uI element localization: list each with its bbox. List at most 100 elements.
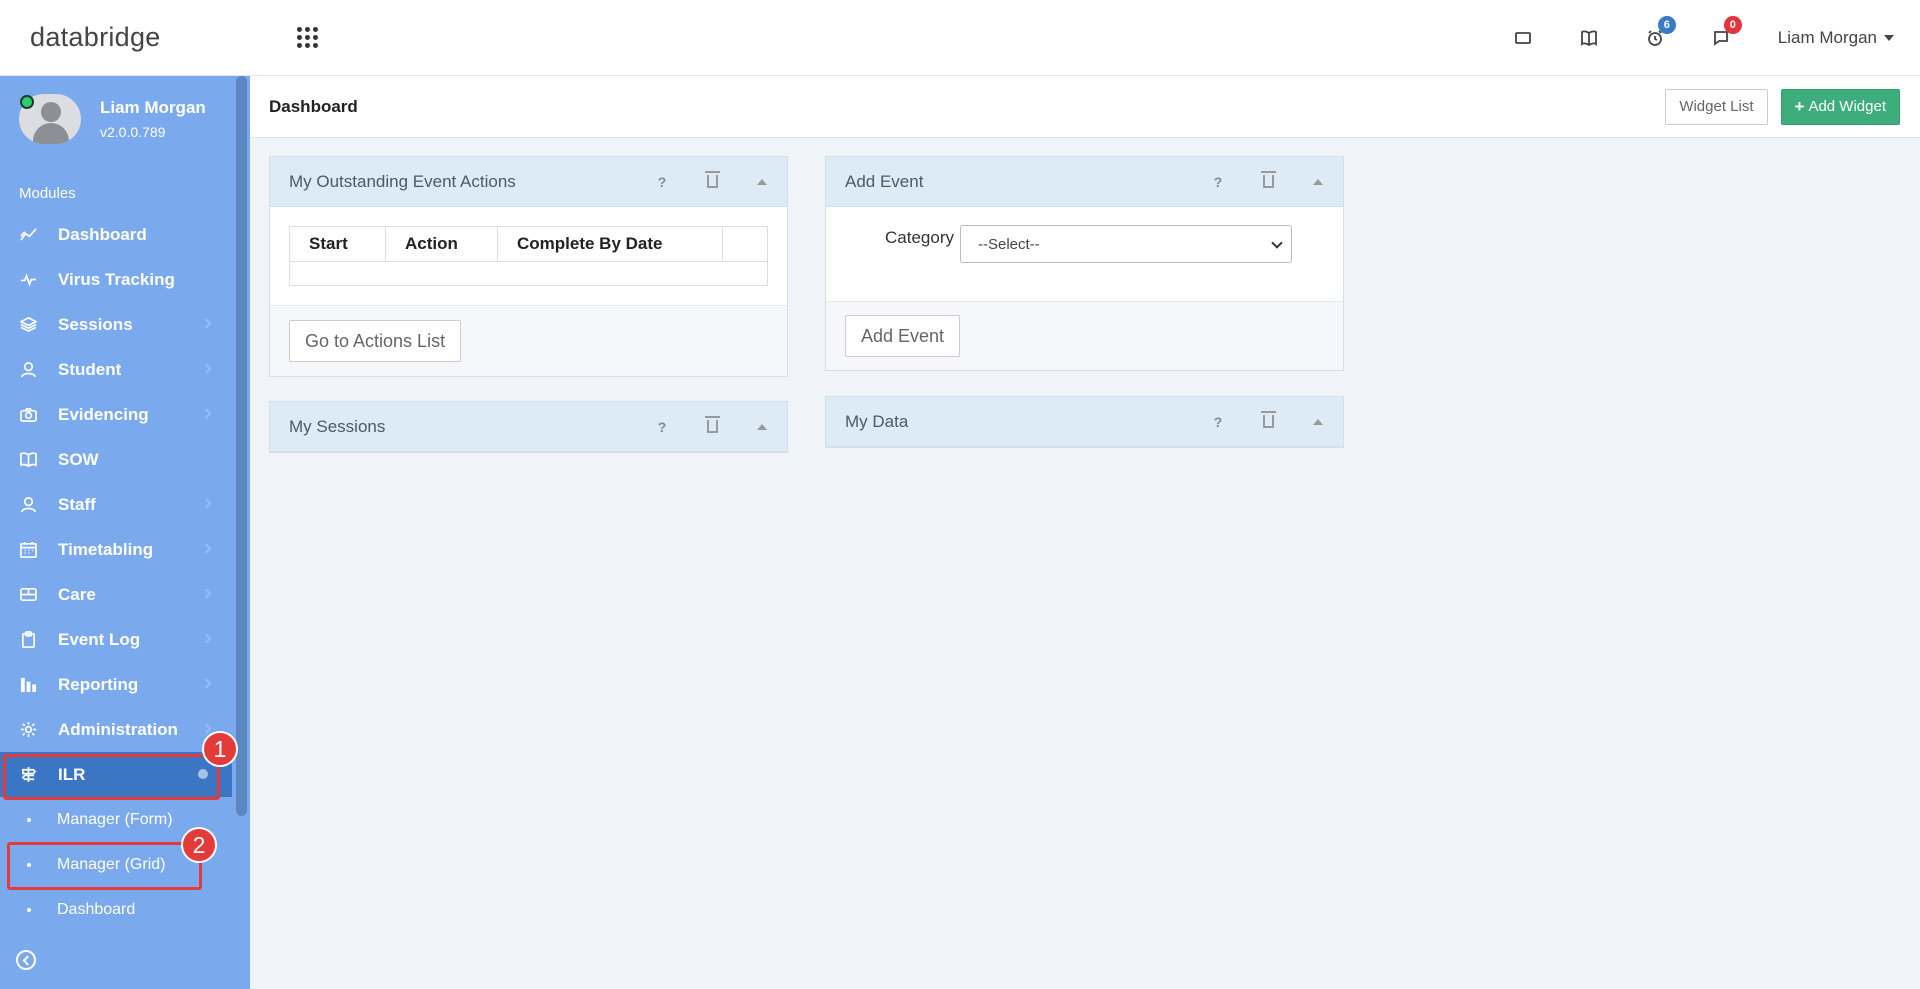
window-icon[interactable]	[1490, 0, 1556, 76]
sidebar-item-evidencing[interactable]: Evidencing	[0, 392, 250, 437]
sidebar-item-care[interactable]: Care	[0, 572, 250, 617]
add-widget-button[interactable]: + Add Widget	[1780, 88, 1900, 125]
sidebar-item-dashboard[interactable]: Dashboard	[0, 212, 250, 257]
table-row	[290, 262, 768, 286]
sidebar-item-virus-tracking[interactable]: Virus Tracking	[0, 257, 250, 302]
help-icon[interactable]: ?	[637, 174, 687, 190]
user-menu[interactable]: Liam Morgan	[1754, 28, 1920, 48]
collapse-widget-icon[interactable]	[1293, 418, 1343, 425]
collapse-widget-icon[interactable]	[737, 178, 787, 185]
sidebar-subitem-dashboard[interactable]: Dashboard	[0, 887, 250, 932]
collapse-sidebar-icon[interactable]	[16, 950, 36, 970]
trash-icon[interactable]	[687, 171, 737, 188]
sidebar-item-label: Event Log	[58, 629, 141, 649]
sidebar-item-staff[interactable]: Staff	[0, 482, 250, 527]
gear-icon	[19, 721, 37, 739]
widget-header: Add Event ?	[826, 157, 1343, 207]
chevron-icon	[201, 498, 212, 509]
help-icon[interactable]: ?	[1193, 414, 1243, 430]
chevron-icon	[201, 588, 212, 599]
column-header-start[interactable]: Start	[289, 226, 386, 262]
callout-number-1: 1	[202, 731, 238, 767]
sidebar-item-label: Sessions	[58, 314, 133, 334]
collapse-widget-icon[interactable]	[737, 423, 787, 430]
column-header-complete-by-date[interactable]: Complete By Date	[497, 226, 723, 262]
sidebar-item-label: Virus Tracking	[58, 269, 175, 289]
category-label: Category	[885, 228, 954, 247]
sidebar-item-event-log[interactable]: Event Log	[0, 617, 250, 662]
page-header: Dashboard Widget List + Add Widget	[250, 76, 1920, 138]
brand[interactable]: databridge	[0, 22, 318, 54]
callout-box-1	[3, 754, 220, 800]
book-icon[interactable]	[1556, 0, 1622, 76]
sidebar-item-label: SOW	[58, 449, 99, 469]
report-icon	[19, 676, 37, 694]
sidebar-subitem-label: Manager (Form)	[57, 810, 173, 828]
column-header-empty	[722, 226, 768, 262]
trash-icon[interactable]	[1243, 171, 1293, 188]
sidebar-profile[interactable]: Liam Morgan v2.0.0.789	[0, 76, 250, 174]
help-icon[interactable]: ?	[637, 419, 687, 435]
pulse-icon	[19, 271, 37, 289]
widget-list-button[interactable]: Widget List	[1665, 88, 1768, 125]
add-widget-label: Add Widget	[1808, 98, 1886, 115]
sidebar-item-label: Staff	[58, 494, 96, 514]
layers-icon	[19, 316, 37, 334]
message-count-badge: 0	[1723, 15, 1742, 34]
category-select-value: --Select--	[977, 235, 1040, 253]
column-header-action[interactable]: Action	[385, 226, 498, 262]
sidebar-item-label: Dashboard	[58, 224, 147, 244]
clock-icon[interactable]: 6	[1622, 0, 1688, 76]
callout-box-2	[7, 842, 202, 890]
app-version: v2.0.0.789	[100, 124, 166, 140]
chevron-icon	[201, 408, 212, 419]
modules-label: Modules	[19, 185, 76, 202]
category-select[interactable]: --Select--	[959, 225, 1292, 263]
chevron-icon	[201, 363, 212, 374]
chevron-icon	[201, 723, 212, 734]
monitor-icon	[19, 586, 37, 604]
actions-table: Start Action Complete By Date	[289, 226, 768, 286]
widget-body: Category --Select--	[826, 207, 1343, 301]
user-menu-name: Liam Morgan	[1777, 27, 1877, 47]
chevron-icon	[201, 633, 212, 644]
widget-title: Add Event	[845, 171, 924, 191]
widget-body: Start Action Complete By Date	[270, 207, 787, 305]
calendar-icon	[19, 541, 37, 559]
category-form-row: Category --Select--	[845, 225, 1324, 263]
callout-number-2: 2	[181, 827, 217, 863]
chart-line-icon	[19, 226, 37, 244]
sidebar-item-student[interactable]: Student	[0, 347, 250, 392]
chat-icon[interactable]: 0	[1688, 0, 1754, 76]
widget-header: My Sessions ?	[270, 402, 787, 452]
sidebar-nav: Dashboard Virus Tracking Sessions Studen…	[0, 212, 250, 932]
trash-icon[interactable]	[687, 416, 737, 433]
sidebar-item-sow[interactable]: SOW	[0, 437, 250, 482]
page-title: Dashboard	[269, 96, 358, 116]
widget-title: My Outstanding Event Actions	[289, 171, 516, 191]
sidebar-item-sessions[interactable]: Sessions	[0, 302, 250, 347]
widget-header: My Data ?	[826, 397, 1343, 447]
help-icon[interactable]: ?	[1193, 174, 1243, 190]
sidebar-item-label: Reporting	[58, 674, 139, 694]
apps-grid-icon[interactable]	[296, 27, 318, 49]
add-event-button[interactable]: Add Event	[845, 315, 961, 357]
chevron-down-icon	[1271, 237, 1283, 249]
plus-icon: +	[1794, 96, 1805, 116]
trash-icon[interactable]	[1243, 411, 1293, 428]
camera-icon	[19, 406, 37, 424]
chevron-icon	[201, 678, 212, 689]
chevron-icon	[201, 318, 212, 329]
user-icon	[19, 496, 37, 514]
notification-count-badge: 6	[1657, 15, 1676, 34]
widget-add-event: Add Event ? Category --Select-- Add Even…	[825, 156, 1344, 371]
go-to-actions-list-button[interactable]: Go to Actions List	[289, 320, 462, 362]
brand-name: databridge	[30, 22, 161, 52]
widget-my-data: My Data ?	[825, 396, 1344, 448]
collapse-widget-icon[interactable]	[1293, 178, 1343, 185]
sidebar-item-reporting[interactable]: Reporting	[0, 662, 250, 707]
chevron-icon	[201, 543, 212, 554]
sidebar-item-timetabling[interactable]: Timetabling	[0, 527, 250, 572]
profile-name: Liam Morgan	[100, 98, 206, 117]
sidebar-subitem-label: Dashboard	[57, 900, 136, 918]
